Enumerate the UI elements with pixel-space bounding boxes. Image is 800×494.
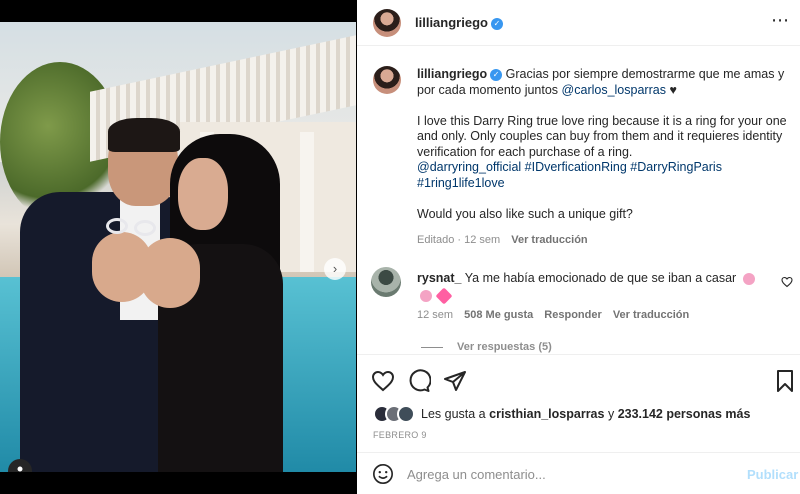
photo-pillar	[300, 132, 314, 272]
caption-para3: Would you also like such a unique gift?	[417, 206, 633, 221]
caption-mention[interactable]: @carlos_losparras	[562, 83, 666, 97]
photo-hand	[140, 238, 200, 308]
like-heart-icon[interactable]	[371, 369, 395, 393]
likes-user[interactable]: cristhian_losparras	[489, 407, 604, 421]
comment-see-translation[interactable]: Ver traducción	[613, 309, 689, 321]
post-header: lilliangriego ✓ ⋯	[357, 0, 800, 46]
comments-section[interactable]: lilliangriego ✓ Gracias por siempre demos…	[357, 47, 800, 353]
instagram-post-modal: › lilliangriego ✓ ⋯ lilliangriego ✓ Grac…	[0, 0, 800, 494]
liker-avatars[interactable]	[373, 405, 421, 423]
author-avatar[interactable]	[373, 9, 401, 37]
replies-divider	[421, 346, 443, 348]
view-replies-button[interactable]: Ver respuestas (5)	[421, 341, 552, 353]
caption-meta: Editado · 12 sem Ver traducción	[417, 234, 588, 246]
chevron-right-icon: ›	[332, 261, 338, 276]
post-side-panel: lilliangriego ✓ ⋯ lilliangriego ✓ Gracias …	[357, 0, 800, 494]
pink-heart-icon	[435, 287, 453, 305]
comment-like-button[interactable]	[781, 276, 793, 291]
caption-username[interactable]: lilliangriego	[417, 67, 487, 81]
commenter-username[interactable]: rysnat_	[417, 271, 461, 285]
more-options-icon[interactable]: ⋯	[771, 10, 790, 31]
heart-icon: ♥	[669, 82, 677, 97]
likes-prefix: Les gusta a	[421, 407, 486, 421]
verified-badge-icon: ✓	[490, 17, 503, 30]
photo-hands	[92, 218, 202, 308]
comment-meta: 12 sem 508 Me gusta Responder Ver traduc…	[417, 309, 689, 321]
likes-summary: Les gusta a cristhian_losparras y 233.14…	[373, 405, 750, 423]
photo-ring	[134, 220, 156, 236]
post-date[interactable]: FEBRERO 9	[373, 430, 427, 440]
share-paper-plane-icon[interactable]	[443, 369, 467, 393]
caption-text: lilliangriego ✓ Gracias por siempre demos…	[417, 67, 787, 222]
photo-ring	[106, 218, 128, 234]
author-username[interactable]: lilliangriego	[415, 15, 488, 30]
caption-para2: I love this Darry Ring true love ring be…	[417, 113, 787, 159]
caption-see-translation[interactable]: Ver traducción	[511, 234, 587, 246]
emoji-smiley-icon[interactable]	[372, 463, 394, 485]
comment-age: 12 sem	[417, 309, 454, 321]
user-icon	[17, 466, 23, 472]
comment-reply-button[interactable]: Responder	[544, 309, 601, 321]
commenter-avatar[interactable]	[371, 267, 401, 297]
verified-badge-icon: ✓	[490, 68, 503, 81]
add-comment-bar: Publicar	[357, 452, 800, 494]
liker-avatar	[397, 405, 415, 423]
comment-body: Ya me había emocionado de que se iban a …	[464, 271, 737, 285]
crying-face-icon	[420, 289, 432, 302]
carousel-next-button[interactable]: ›	[324, 258, 346, 280]
caption-hashtags[interactable]: @darryring_official #IDverficationRing #…	[417, 160, 787, 191]
author-username-row: lilliangriego ✓	[415, 15, 503, 30]
likes-and: y	[607, 407, 615, 421]
view-replies-label: Ver respuestas (5)	[457, 341, 552, 353]
likes-others[interactable]: 233.142 personas más	[618, 407, 751, 421]
comment-input[interactable]	[407, 463, 727, 485]
caption-avatar[interactable]	[373, 66, 401, 94]
caption-edited: Editado · 12 sem	[417, 234, 501, 246]
comment-bubble-icon[interactable]	[407, 369, 431, 393]
post-actions: Les gusta a cristhian_losparras y 233.14…	[357, 354, 800, 450]
comment-likes[interactable]: 508 Me gusta	[464, 309, 533, 321]
save-bookmark-icon[interactable]	[773, 369, 797, 393]
post-photo[interactable]: ›	[0, 22, 356, 472]
heart-outline-icon	[781, 276, 793, 288]
crying-face-icon	[742, 272, 755, 285]
comment-text: rysnat_ Ya me había emocionado de que se…	[417, 270, 762, 305]
publish-button[interactable]: Publicar	[747, 467, 798, 482]
